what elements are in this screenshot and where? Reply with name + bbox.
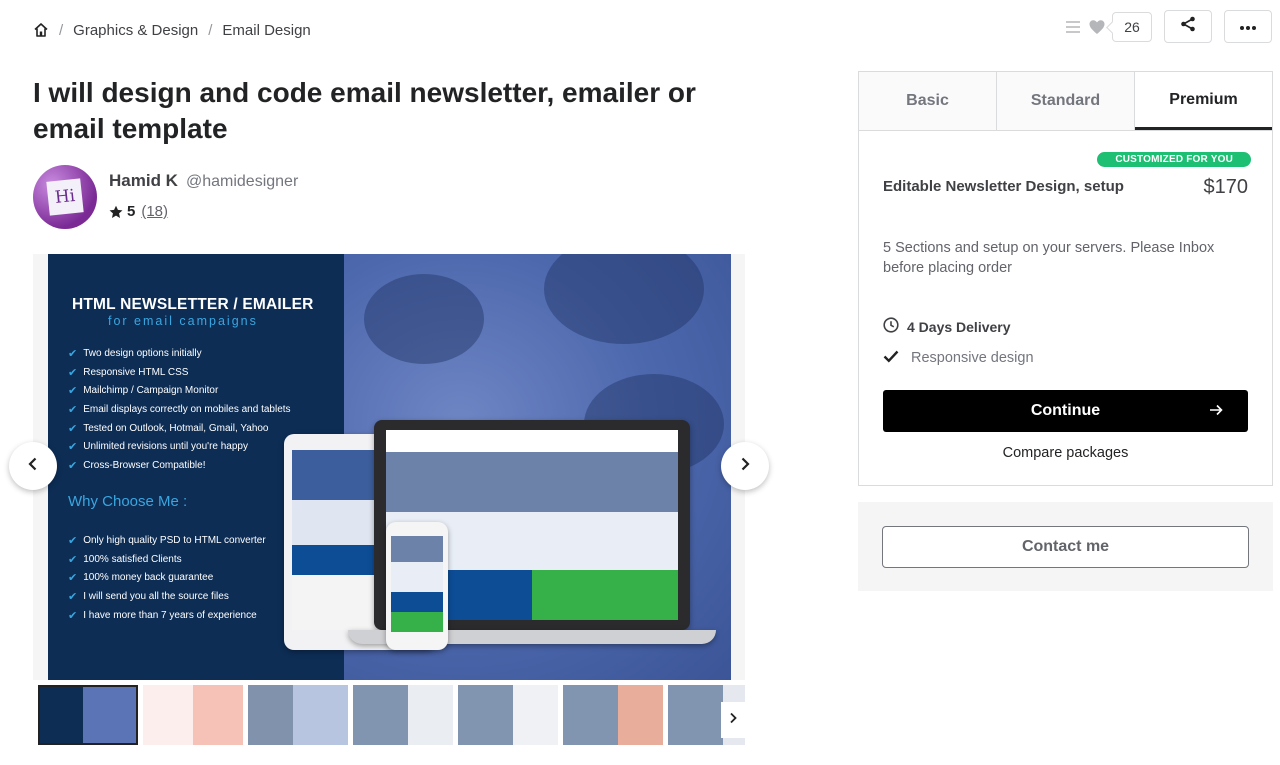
package-description: 5 Sections and setup on your servers. Pl… [883,240,1215,276]
slide-reason: ✔ 100% money back guarantee [68,572,214,585]
check-icon: ✔ [68,385,78,398]
slide-feature: ✔ Tested on Outlook, Hotmail, Gmail, Yaho… [68,422,269,435]
package-price: $170 [1203,176,1249,198]
slide-feature: ✔ Cross-Browser Compatible! [68,459,206,472]
favorite-group: 26 [1064,11,1152,42]
slide-reason: ✔ I will send you all the source files [68,590,229,603]
rating-score: 5 [127,203,136,220]
slide-feature: ✔ Two design options initially [68,347,202,360]
slide-feature-list: ✔ Two design options initially ✔ Responsiv… [68,344,291,475]
check-icon: ✔ [68,403,78,416]
breadcrumb-separator: / [59,21,64,39]
slide-heading: HTML NEWSLETTER / EMAILER [72,296,314,313]
slide-reason: ✔ I have more than 7 years of experience [68,609,257,622]
package-panel: Basic Standard Premium CUSTOMIZED FOR YO… [858,71,1273,486]
gallery-prev-button[interactable] [9,442,57,490]
package-name: Editable Newsletter Design, setup [883,178,1124,195]
slide-why-title: Why Choose Me : [68,493,188,510]
check-icon: ✔ [68,347,78,360]
more-icon [1239,18,1257,36]
slide-feature: ✔ Responsive HTML CSS [68,366,189,379]
rating: 5 (18) [109,203,298,220]
seller-name-row: Hamid K @hamidesigner [109,171,298,191]
check-icon: ✔ [68,534,78,547]
breadcrumb-email-design[interactable]: Email Design [222,22,310,39]
check-icon: ✔ [68,441,78,454]
thumbnail[interactable] [38,685,138,745]
clock-icon [883,317,899,336]
slide-reason: ✔ Only high quality PSD to HTML converter [68,534,266,547]
seller-name[interactable]: Hamid K [109,171,178,191]
thumbnails-next-button[interactable] [721,702,745,738]
check-icon [883,349,899,367]
thumbnail[interactable] [353,685,453,745]
favorite-count: 26 [1112,11,1152,42]
continue-label: Continue [1030,402,1101,419]
phone-mockup [386,522,448,650]
slide-reason-list: ✔ Only high quality PSD to HTML converter… [68,531,266,624]
check-icon: ✔ [68,422,78,435]
check-icon: ✔ [68,459,78,472]
feature-text: Responsive design [911,350,1034,366]
slide-feature: ✔ Mailchimp / Campaign Monitor [68,385,219,398]
avatar[interactable]: Hi [33,165,97,229]
gallery-next-button[interactable] [721,442,769,490]
tab-premium[interactable]: Premium [1135,72,1272,130]
package-delivery: 4 Days Delivery [883,317,1011,336]
check-icon: ✔ [68,609,78,622]
heart-icon[interactable] [1088,18,1106,36]
chevron-left-icon [26,457,40,476]
continue-button[interactable]: Continue [883,390,1248,432]
arrow-right-icon [1208,402,1224,418]
gallery-slide[interactable]: HTML NEWSLETTER / EMAILER for email camp… [48,254,731,680]
slide-feature: ✔ Email displays correctly on mobiles and… [68,403,291,416]
top-actions: 26 [1064,10,1272,43]
share-icon [1180,16,1196,37]
tab-standard[interactable]: Standard [997,72,1135,130]
check-icon: ✔ [68,572,78,585]
contact-me-button[interactable]: Contact me [882,526,1249,568]
delivery-text: 4 Days Delivery [907,318,1011,335]
star-icon [109,205,123,219]
home-icon[interactable] [33,22,49,38]
tab-basic[interactable]: Basic [859,72,997,130]
chevron-right-icon [728,711,738,729]
gallery-thumbnails [38,685,745,745]
more-button[interactable] [1224,10,1272,43]
gig-title: I will design and code email newsletter,… [33,77,696,144]
check-icon: ✔ [68,366,78,379]
menu-icon[interactable] [1064,18,1082,36]
customized-badge: CUSTOMIZED FOR YOU [1097,152,1251,167]
breadcrumb-graphics-design[interactable]: Graphics & Design [73,22,198,39]
chevron-right-icon [738,457,752,476]
gig-gallery: HTML NEWSLETTER / EMAILER for email camp… [33,254,745,680]
thumbnail[interactable] [143,685,243,745]
thumbnail[interactable] [248,685,348,745]
thumbnail[interactable] [458,685,558,745]
share-button[interactable] [1164,10,1212,43]
package-tabs: Basic Standard Premium [859,72,1272,131]
package-feature: Responsive design [883,349,1034,367]
breadcrumb: / Graphics & Design / Email Design [33,20,311,40]
check-icon: ✔ [68,590,78,603]
check-icon: ✔ [68,553,78,566]
thumbnail[interactable] [563,685,663,745]
compare-packages-link[interactable]: Compare packages [859,445,1272,461]
contact-section: Contact me [858,502,1273,591]
seller-handle: @hamidesigner [185,173,299,190]
seller-info: Hamid K @hamidesigner 5 (18) [109,165,298,229]
seller-overview: Hi Hamid K @hamidesigner 5 (18) [33,165,298,229]
avatar-text: Hi [46,178,84,216]
slide-subheading: for email campaigns [108,314,258,328]
rating-count-link[interactable]: (18) [141,203,168,220]
breadcrumb-separator: / [208,21,213,39]
slide-feature: ✔ Unlimited revisions until you're happy [68,441,248,454]
slide-reason: ✔ 100% satisfied Clients [68,553,182,566]
